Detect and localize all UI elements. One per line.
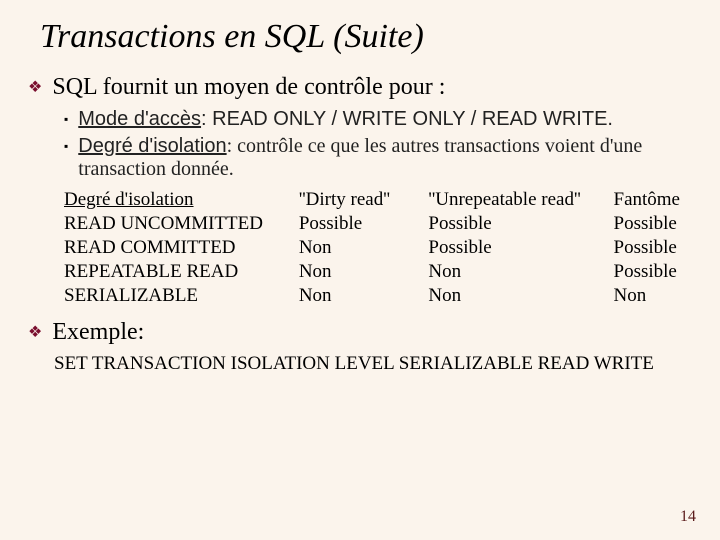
cell-level: READ UNCOMMITTED — [64, 213, 299, 237]
cell-phantom: Possible — [614, 213, 693, 237]
cell-unrepeatable: Non — [428, 285, 613, 309]
diamond-bullet-icon: ❖ — [28, 74, 42, 102]
col-header-dirty: ''Dirty read'' — [299, 189, 390, 210]
square-bullet-icon: ▪ — [64, 108, 68, 130]
slide-title: Transactions en SQL (Suite) — [40, 18, 692, 56]
square-bullet-icon: ▪ — [64, 135, 68, 157]
isolation-levels-table: Degré d'isolation ''Dirty read'' ''Unrep… — [64, 189, 692, 309]
bullet-text: SQL fournit un moyen de contrôle pour : — [52, 74, 445, 101]
bullet-example: ❖ Exemple: — [28, 319, 692, 347]
sub-bullet-text: Degré d'isolation: contrôle ce que les a… — [78, 135, 692, 181]
cell-dirty: Possible — [299, 213, 429, 237]
cell-dirty: Non — [299, 261, 429, 285]
cell-level: READ COMMITTED — [64, 237, 299, 261]
plain-text: : READ ONLY / WRITE ONLY / READ WRITE. — [201, 108, 613, 130]
cell-level: SERIALIZABLE — [64, 285, 299, 309]
cell-phantom: Possible — [614, 261, 693, 285]
underlined-term: Mode d'accès — [78, 108, 201, 130]
cell-dirty: Non — [299, 285, 429, 309]
page-number: 14 — [680, 508, 696, 526]
table-row: READ UNCOMMITTED Possible Possible Possi… — [64, 213, 692, 237]
cell-unrepeatable: Possible — [428, 213, 613, 237]
col-header-level: Degré d'isolation — [64, 189, 194, 210]
table-row: REPEATABLE READ Non Non Possible — [64, 261, 692, 285]
table-row: SERIALIZABLE Non Non Non — [64, 285, 692, 309]
bullet-control-intro: ❖ SQL fournit un moyen de contrôle pour … — [28, 74, 692, 102]
table-header-row: Degré d'isolation ''Dirty read'' ''Unrep… — [64, 189, 692, 213]
cell-unrepeatable: Non — [428, 261, 613, 285]
sub-bullet-text: Mode d'accès: READ ONLY / WRITE ONLY / R… — [78, 108, 613, 131]
col-header-phantom: Fantôme — [614, 189, 681, 210]
cell-level: REPEATABLE READ — [64, 261, 299, 285]
cell-phantom: Non — [614, 285, 693, 309]
sub-bullet-access-mode: ▪ Mode d'accès: READ ONLY / WRITE ONLY /… — [64, 108, 692, 131]
slide: Transactions en SQL (Suite) ❖ SQL fourni… — [0, 0, 720, 540]
example-sql-statement: SET TRANSACTION ISOLATION LEVEL SERIALIZ… — [54, 353, 692, 375]
cell-phantom: Possible — [614, 237, 693, 261]
bullet-text: Exemple: — [52, 319, 144, 346]
cell-dirty: Non — [299, 237, 429, 261]
col-header-unrepeatable: ''Unrepeatable read'' — [428, 189, 580, 210]
diamond-bullet-icon: ❖ — [28, 319, 42, 347]
underlined-term: Degré d'isolation — [78, 135, 226, 157]
cell-unrepeatable: Possible — [428, 237, 613, 261]
table-row: READ COMMITTED Non Possible Possible — [64, 237, 692, 261]
sub-bullet-isolation-level: ▪ Degré d'isolation: contrôle ce que les… — [64, 135, 692, 181]
